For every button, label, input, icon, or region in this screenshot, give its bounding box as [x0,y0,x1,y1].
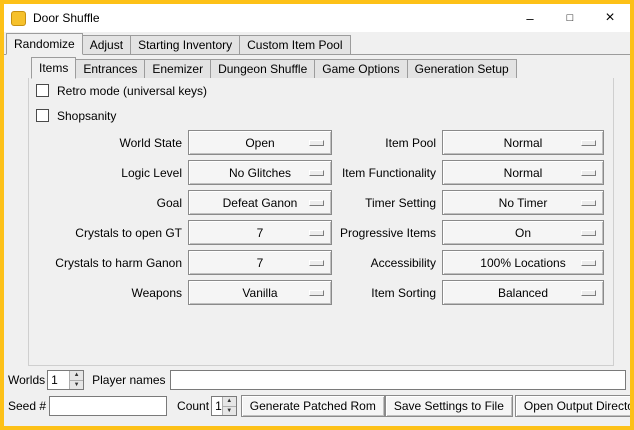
progressive-items-label: Progressive Items [292,220,436,245]
worlds-spin-arrows: ▲ ▼ [69,371,83,389]
accessibility-value: 100% Locations [480,256,565,270]
item-functionality-dropdown[interactable]: Normal [442,160,604,185]
inner-tab-row: Items Entrances Enemizer Dungeon Shuffle… [28,56,614,79]
crystals-open-gt-value: 7 [257,226,264,240]
dropdown-indicator-icon [581,140,596,146]
retro-mode-row: Retro mode (universal keys) [36,83,207,98]
progressive-items-dropdown[interactable]: On [442,220,604,245]
titlebar: Door Shuffle – □ × [4,4,630,32]
seed-label: Seed # [8,399,46,413]
door-shuffle-window: Door Shuffle – □ × Randomize Adjust Star… [0,0,634,430]
dropdown-indicator-icon [581,260,596,266]
tab-generation-setup[interactable]: Generation Setup [407,59,517,78]
generate-patched-rom-button[interactable]: Generate Patched Rom [241,395,385,417]
weapons-label: Weapons [22,280,182,305]
accessibility-dropdown[interactable]: 100% Locations [442,250,604,275]
weapons-value: Vanilla [242,286,277,300]
tab-items[interactable]: Items [31,57,76,79]
outer-tab-row: Randomize Adjust Starting Inventory Cust… [4,32,630,55]
dropdown-indicator-icon [581,200,596,206]
footer-row-seed: Seed # Count 1 ▲ ▼ Generate Patched Rom … [8,395,626,417]
timer-setting-label: Timer Setting [292,190,436,215]
item-pool-label: Item Pool [292,130,436,155]
goal-label: Goal [22,190,182,215]
spin-up-icon[interactable]: ▲ [69,371,83,381]
timer-setting-dropdown[interactable]: No Timer [442,190,604,215]
item-sorting-dropdown[interactable]: Balanced [442,280,604,305]
world-state-value: Open [245,136,274,150]
count-spinner[interactable]: 1 ▲ ▼ [211,396,237,416]
shopsanity-label: Shopsanity [57,109,116,123]
retro-mode-label: Retro mode (universal keys) [57,84,207,98]
logic-level-value: No Glitches [229,166,291,180]
spin-down-icon[interactable]: ▼ [69,381,83,390]
spin-up-icon[interactable]: ▲ [222,397,236,407]
player-names-label: Player names [92,373,165,387]
crystals-harm-ganon-value: 7 [257,256,264,270]
world-state-label: World State [22,130,182,155]
player-names-input[interactable] [170,370,627,390]
minimize-button[interactable]: – [510,4,550,32]
save-settings-button[interactable]: Save Settings to File [385,395,513,417]
tab-dungeon-shuffle[interactable]: Dungeon Shuffle [210,59,315,78]
app-icon [11,11,26,26]
timer-setting-value: No Timer [499,196,548,210]
tab-enemizer[interactable]: Enemizer [144,59,211,78]
seed-input[interactable] [49,396,167,416]
crystals-harm-ganon-label: Crystals to harm Ganon [22,250,182,275]
window-title: Door Shuffle [33,11,100,25]
shopsanity-checkbox[interactable] [36,109,49,122]
item-functionality-label: Item Functionality [292,160,436,185]
goal-value: Defeat Ganon [223,196,298,210]
count-label: Count [177,399,209,413]
tab-adjust[interactable]: Adjust [82,35,131,54]
tab-starting-inventory[interactable]: Starting Inventory [130,35,240,54]
retro-mode-checkbox[interactable] [36,84,49,97]
close-button[interactable]: × [590,4,630,32]
shopsanity-row: Shopsanity [36,108,116,123]
worlds-spinner[interactable]: 1 ▲ ▼ [47,370,84,390]
dropdown-indicator-icon [581,230,596,236]
tab-game-options[interactable]: Game Options [314,59,407,78]
footer-row-worlds: Worlds 1 ▲ ▼ Player names [8,370,626,390]
open-output-directory-button[interactable]: Open Output Directory [515,395,634,417]
tab-entrances[interactable]: Entrances [75,59,145,78]
item-pool-dropdown[interactable]: Normal [442,130,604,155]
worlds-label: Worlds [8,373,45,387]
dropdown-indicator-icon [581,170,596,176]
item-sorting-value: Balanced [498,286,548,300]
dropdown-indicator-icon [581,290,596,296]
maximize-button[interactable]: □ [550,4,590,32]
logic-level-label: Logic Level [22,160,182,185]
item-sorting-label: Item Sorting [292,280,436,305]
crystals-open-gt-label: Crystals to open GT [22,220,182,245]
window-controls: – □ × [510,4,630,32]
tab-randomize[interactable]: Randomize [6,33,83,55]
item-pool-value: Normal [504,136,543,150]
count-value: 1 [212,397,222,415]
count-spin-arrows: ▲ ▼ [222,397,236,415]
spin-down-icon[interactable]: ▼ [222,407,236,416]
item-functionality-value: Normal [504,166,543,180]
worlds-value: 1 [48,371,69,389]
tab-custom-item-pool[interactable]: Custom Item Pool [239,35,350,54]
accessibility-label: Accessibility [292,250,436,275]
progressive-items-value: On [515,226,531,240]
